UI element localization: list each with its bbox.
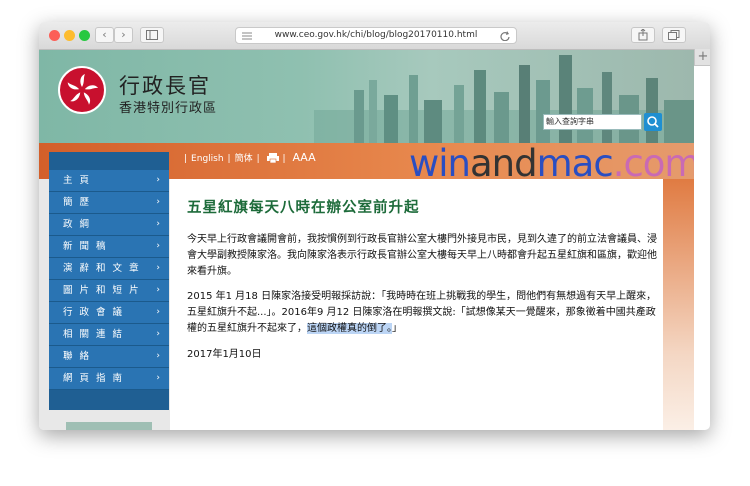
sidebar-item-executive-council[interactable]: 行 政 會 議 ›: [49, 302, 169, 324]
english-link[interactable]: English: [191, 154, 224, 164]
address-bar[interactable]: www.ceo.gov.hk/chi/blog/blog20170110.htm…: [235, 27, 517, 44]
browser-toolbar: ‹ › www.ceo.gov.hk/chi/blog/blog20170110…: [39, 22, 710, 50]
sidebar-icon: [146, 30, 158, 40]
url-text: www.ceo.gov.hk/chi/blog/blog20170110.htm…: [274, 30, 478, 40]
minimize-window-button[interactable]: [64, 30, 75, 41]
new-tab-button[interactable]: +: [694, 49, 710, 66]
language-links: | English | 簡体 | | AAA: [184, 151, 316, 166]
article-paragraph-2: 2015 年1 月18 日陳家洛接受明報採訪說：「我時時在班上挑戰我的學生，問他…: [187, 291, 657, 334]
site-search-input[interactable]: 輸入查詢字串: [543, 114, 642, 130]
chevron-right-icon: ›: [156, 197, 160, 207]
reload-icon[interactable]: [500, 31, 510, 41]
site-banner: 行政長官 香港特別行政區 輸入查詢字串: [39, 50, 694, 143]
chevron-right-icon: ›: [156, 351, 160, 361]
sidebar-item-photos-videos[interactable]: 圖 片 和 短 片 ›: [49, 280, 169, 302]
web-page: 行政長官 香港特別行政區 輸入查詢字串 | English | 簡体 | | AAA w…: [39, 50, 694, 430]
share-button[interactable]: [631, 27, 655, 43]
tabs-icon: [668, 30, 680, 40]
back-button[interactable]: ‹: [95, 27, 114, 43]
sidebar-toggle-button[interactable]: [140, 27, 164, 43]
chevron-right-icon: ›: [156, 219, 160, 229]
sidebar-nav: 主 頁 › 簡 歷 › 政 綱 › 新 聞 稿 › 演 辭 和 文 章 › 圖 片 和 短…: [49, 152, 169, 410]
simplified-chinese-link[interactable]: 簡体: [235, 154, 253, 164]
chevron-right-icon: ›: [121, 28, 126, 41]
forward-button[interactable]: ›: [114, 27, 133, 43]
search-icon: [647, 116, 659, 128]
tabs-button[interactable]: [662, 27, 686, 43]
site-search-button[interactable]: [644, 113, 662, 131]
sidebar-item-contact[interactable]: 聯 絡 ›: [49, 346, 169, 368]
sidebar-item-site-guide[interactable]: 網 頁 指 南 ›: [49, 368, 169, 390]
chevron-right-icon: ›: [156, 263, 160, 273]
article-title: 五星紅旗每天八時在辦公室前升起: [187, 200, 420, 216]
share-icon: [638, 28, 648, 41]
sidebar-footer-bar: [66, 422, 152, 430]
chevron-right-icon: ›: [156, 373, 160, 383]
chevron-right-icon: ›: [156, 285, 160, 295]
site-title: 行政長官: [119, 74, 211, 98]
chevron-right-icon: ›: [156, 241, 160, 251]
article-date: 2017年1月10日: [187, 349, 262, 360]
sidebar-item-home[interactable]: 主 頁 ›: [49, 170, 169, 192]
chevron-left-icon: ‹: [102, 28, 107, 41]
close-window-button[interactable]: [49, 30, 60, 41]
sidebar-item-biography[interactable]: 簡 歷 ›: [49, 192, 169, 214]
sidebar-item-speeches[interactable]: 演 辭 和 文 章 ›: [49, 258, 169, 280]
sidebar-item-press-releases[interactable]: 新 聞 稿 ›: [49, 236, 169, 258]
chevron-right-icon: ›: [156, 307, 160, 317]
print-icon[interactable]: [266, 153, 279, 166]
highlighted-text: 這個政權真的倒了。: [307, 323, 392, 334]
hksar-emblem-icon: [58, 66, 106, 114]
sidebar-item-related-links[interactable]: 相 關 連 結 ›: [49, 324, 169, 346]
chevron-right-icon: ›: [156, 329, 160, 339]
zoom-window-button[interactable]: [79, 30, 90, 41]
article-paragraph-1: 今天早上行政會議開會前，我按慣例到行政長官辦公室大樓門外接見市民，見到久違了的前…: [187, 234, 657, 277]
article-content: 五星紅旗每天八時在辦公室前升起 今天早上行政會議開會前，我按慣例到行政長官辦公室…: [170, 179, 663, 430]
sidebar-item-platform[interactable]: 政 綱 ›: [49, 214, 169, 236]
browser-window: ‹ › www.ceo.gov.hk/chi/blog/blog20170110…: [39, 22, 710, 430]
font-size-control[interactable]: AAA: [292, 151, 315, 164]
right-decor-strip: [663, 179, 694, 430]
site-subtitle: 香港特別行政區: [119, 101, 218, 116]
chevron-right-icon: ›: [156, 175, 160, 185]
